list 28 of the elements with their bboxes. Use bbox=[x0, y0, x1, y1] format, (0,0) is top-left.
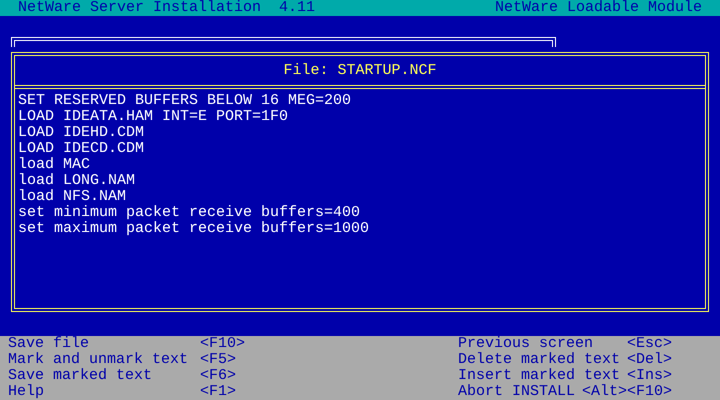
help-action: Abort INSTALL bbox=[458, 384, 576, 400]
help-key: <Ins> bbox=[626, 368, 672, 384]
file-line: SET RESERVED BUFFERS BELOW 16 MEG=200 bbox=[18, 93, 352, 109]
app-title: NetWare Server Installation 4.11 bbox=[18, 0, 316, 16]
help-key: <F10> bbox=[200, 336, 246, 352]
help-action: Previous screen bbox=[458, 336, 594, 352]
help-action: Insert marked text bbox=[458, 368, 620, 384]
help-action: Save marked text bbox=[8, 368, 154, 384]
file-line: LOAD IDEHD.CDM bbox=[18, 125, 146, 141]
module-label: NetWare Loadable Module bbox=[494, 0, 702, 16]
file-title: File: STARTUP.NCF bbox=[283, 62, 437, 78]
help-key: <F6> bbox=[200, 368, 236, 384]
help-key: <F5> bbox=[200, 352, 236, 368]
help-action: Help bbox=[8, 384, 46, 400]
help-action: Mark and unmark text bbox=[8, 352, 190, 368]
help-key: <Esc> bbox=[626, 336, 672, 352]
help-key: <F1> bbox=[200, 384, 236, 400]
file-line: set maximum packet receive buffers=1000 bbox=[18, 221, 370, 237]
help-action: Save file bbox=[8, 336, 90, 352]
file-line: load NFS.NAM bbox=[18, 189, 128, 205]
help-key: <Alt><F10> bbox=[582, 384, 672, 400]
file-line: LOAD IDECD.CDM bbox=[18, 141, 146, 157]
file-line: LOAD IDEATA.HAM INT=E PORT=1F0 bbox=[18, 109, 290, 125]
help-action: Delete marked text bbox=[458, 352, 620, 368]
help-key: <Del> bbox=[626, 352, 672, 368]
file-line: load LONG.NAM bbox=[18, 173, 136, 189]
file-line: load MAC bbox=[18, 157, 92, 173]
file-line: set minimum packet receive buffers=400 bbox=[18, 205, 362, 221]
